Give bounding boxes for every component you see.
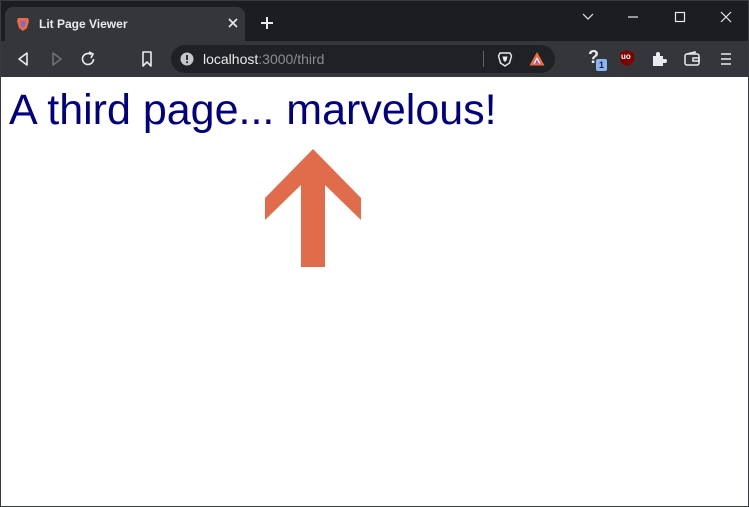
annotation-arrow-icon: [265, 149, 361, 267]
brave-shields-icon[interactable]: [496, 50, 514, 68]
url-host: localhost: [203, 51, 259, 67]
toolbar: localhost:3000/third ? 1 uo: [1, 41, 748, 77]
bookmark-icon[interactable]: [137, 49, 157, 69]
brave-rewards-icon[interactable]: [528, 50, 546, 68]
omnibox-divider: [483, 51, 484, 67]
minimize-icon[interactable]: [621, 7, 645, 27]
site-info-icon[interactable]: [179, 51, 195, 67]
url-path: :3000/third: [258, 51, 325, 67]
extension-badge: 1: [596, 59, 607, 71]
ublock-icon[interactable]: uo: [618, 49, 636, 67]
active-tab[interactable]: Lit Page Viewer: [5, 7, 245, 41]
extension-help-button[interactable]: ? 1: [585, 47, 611, 73]
reload-icon[interactable]: [78, 49, 98, 69]
maximize-icon[interactable]: [668, 7, 692, 27]
close-tab-icon[interactable]: [226, 16, 240, 30]
chevron-down-icon[interactable]: [576, 7, 600, 27]
page-heading: A third page... marvelous!: [9, 86, 497, 134]
brave-lion-icon: [17, 18, 29, 31]
ublock-label: uo: [621, 52, 631, 61]
url-text[interactable]: localhost:3000/third: [203, 51, 324, 67]
browser-window: Lit Page Viewer localhost:3000/third ? 1…: [0, 0, 749, 507]
forward-icon[interactable]: [46, 49, 66, 69]
new-tab-icon[interactable]: [259, 15, 275, 31]
tab-title: Lit Page Viewer: [39, 17, 128, 31]
menu-icon[interactable]: [716, 49, 736, 69]
wallet-icon[interactable]: [682, 49, 702, 69]
address-bar[interactable]: localhost:3000/third: [171, 45, 555, 73]
back-icon[interactable]: [14, 49, 34, 69]
page-content: A third page... marvelous!: [1, 77, 748, 506]
title-bar: Lit Page Viewer: [1, 1, 748, 41]
close-icon[interactable]: [714, 7, 738, 27]
extensions-icon[interactable]: [649, 49, 669, 69]
